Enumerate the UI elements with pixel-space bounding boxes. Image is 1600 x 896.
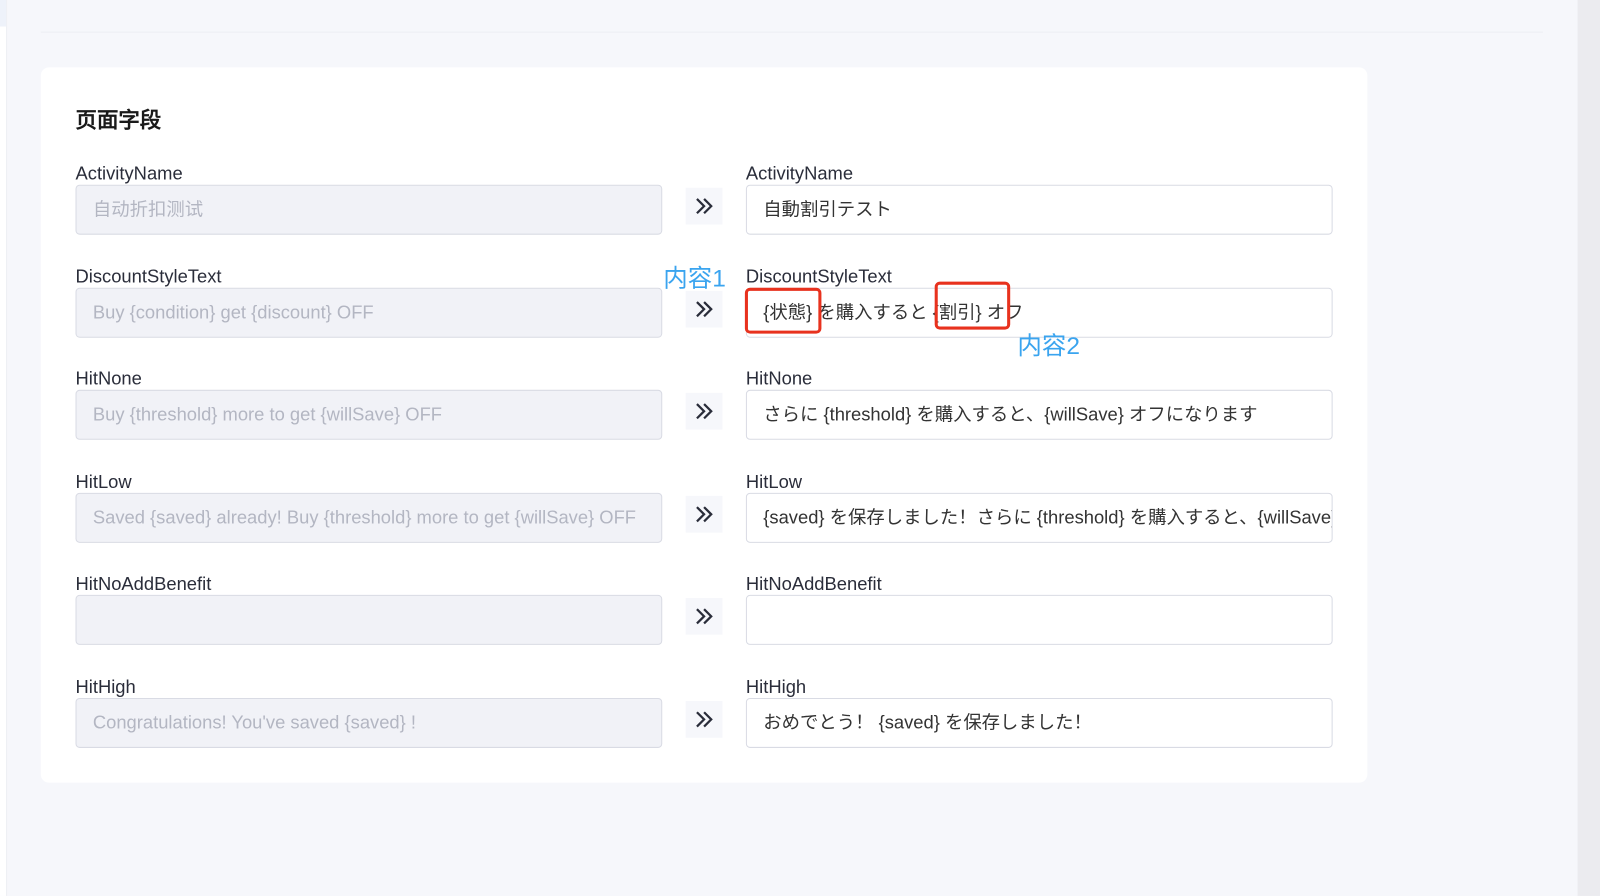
target-input[interactable]: おめでとう！ {saved} を保存しました！	[745, 697, 1333, 748]
annotation-content2: 内容2	[1017, 332, 1080, 361]
section-title: 页面字段	[75, 109, 162, 133]
copy-translate-button[interactable]	[685, 701, 723, 738]
source-label: HitNoAddBenefit	[75, 573, 212, 595]
highlight-box-1	[744, 287, 822, 334]
page-fields-card: 页面字段 ActivityName 自动折扣测试 ActivityName 自動…	[40, 67, 1368, 783]
double-chevron-right-icon	[696, 300, 713, 317]
target-label: DiscountStyleText	[745, 265, 892, 287]
target-label: HitNoAddBenefit	[745, 573, 882, 595]
field-row-hitnoaddbenefit: HitNoAddBenefit HitNoAddBenefit	[41, 573, 1368, 677]
source-label: DiscountStyleText	[75, 265, 222, 287]
double-chevron-right-icon	[696, 198, 713, 215]
source-input[interactable]	[75, 595, 663, 646]
target-label: HitNone	[745, 368, 813, 389]
source-input[interactable]: Saved {saved} already! Buy {threshold} m…	[75, 492, 663, 543]
field-row-hitlow: HitLow Saved {saved} already! Buy {thres…	[41, 471, 1368, 574]
copy-translate-button[interactable]	[685, 598, 723, 636]
double-chevron-right-icon	[696, 711, 713, 728]
source-label: HitLow	[75, 471, 132, 492]
copy-translate-button[interactable]	[685, 495, 723, 533]
scrollbar-track[interactable]	[1577, 0, 1600, 896]
target-input[interactable]: {saved} を保存しました！さらに {threshold} を購入すると、{…	[745, 492, 1333, 543]
copy-translate-button[interactable]	[685, 187, 723, 225]
source-input[interactable]: 自动折扣测试	[75, 184, 663, 235]
field-row-hitnone: HitNone Buy {threshold} more to get {wil…	[41, 368, 1368, 472]
target-input[interactable]	[745, 595, 1333, 646]
field-row-activityname: ActivityName 自动折扣测试 ActivityName 自動割引テスト	[41, 163, 1368, 266]
target-label: HitHigh	[745, 676, 807, 697]
double-chevron-right-icon	[696, 403, 713, 420]
left-sidebar-edge	[0, 0, 8, 896]
field-row-hithigh: HitHigh Congratulations! You've saved {s…	[41, 676, 1368, 780]
source-input[interactable]: Congratulations! You've saved {saved} !	[75, 697, 663, 748]
copy-translate-button[interactable]	[685, 290, 723, 328]
target-label: ActivityName	[745, 163, 854, 184]
double-chevron-right-icon	[696, 506, 713, 523]
divider	[40, 31, 1543, 33]
source-input[interactable]: Buy {threshold} more to get {willSave} O…	[75, 389, 663, 440]
source-input[interactable]: Buy {condition} get {discount} OFF	[75, 287, 663, 338]
source-label: HitNone	[75, 368, 142, 389]
copy-translate-button[interactable]	[685, 393, 723, 430]
source-label: ActivityName	[75, 163, 183, 184]
double-chevron-right-icon	[696, 608, 713, 625]
highlight-box-2	[934, 281, 1011, 330]
target-input[interactable]: 自動割引テスト	[745, 184, 1333, 235]
source-label: HitHigh	[75, 676, 136, 697]
target-input[interactable]: さらに {threshold} を購入すると、{willSave} オフになりま…	[745, 389, 1333, 440]
annotation-content1: 内容1	[663, 265, 726, 293]
target-label: HitLow	[745, 471, 803, 492]
